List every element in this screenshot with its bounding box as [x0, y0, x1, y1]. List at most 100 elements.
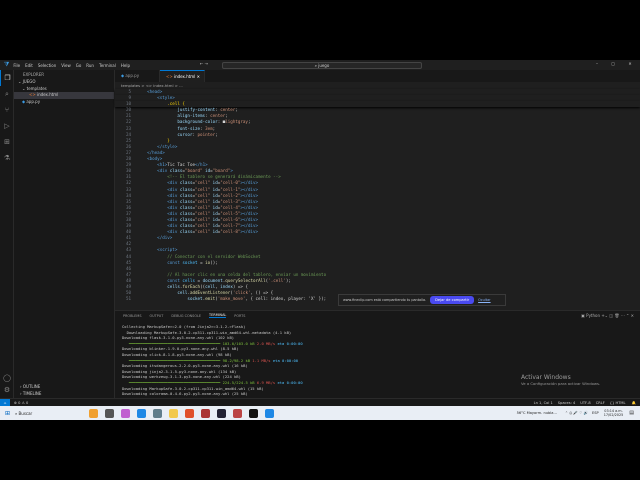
- terminal-app-icon[interactable]: [248, 408, 258, 418]
- share-message: www.fineclip.com está compartiendo tu pa…: [343, 298, 427, 302]
- menu-item-terminal[interactable]: Terminal: [99, 63, 116, 68]
- language-indicator[interactable]: ESP: [592, 411, 599, 415]
- code-token: }: [167, 137, 170, 143]
- tab-problems[interactable]: PROBLEMS: [123, 314, 142, 318]
- root-label: JUEGO: [22, 79, 36, 84]
- add-terminal-icon[interactable]: +⌄: [601, 313, 608, 318]
- start-icon[interactable]: ⊞: [5, 410, 10, 417]
- mail-icon[interactable]: [152, 408, 162, 418]
- status-item[interactable]: Ln 1, Col 1: [534, 401, 553, 405]
- code-token: =: [197, 259, 206, 265]
- source-control-icon[interactable]: ⑂: [0, 102, 14, 118]
- status-item[interactable]: {} HTML: [610, 401, 626, 405]
- window-controls[interactable]: – ▢ ✕: [596, 61, 638, 66]
- more-icon[interactable]: ⋯: [621, 313, 625, 318]
- code-token: font-size: [177, 125, 201, 131]
- code-token: "cell-5": [220, 210, 241, 216]
- app-icon[interactable]: [200, 408, 210, 418]
- close-icon[interactable]: ✕: [197, 74, 200, 79]
- stop-sharing-button[interactable]: Dejar de compartir: [430, 296, 475, 304]
- task-view-icon[interactable]: [104, 408, 114, 418]
- edge-icon[interactable]: [136, 408, 146, 418]
- shell-label[interactable]: Python: [586, 313, 600, 318]
- html-file-icon: <>: [29, 92, 36, 97]
- menu-item-selection[interactable]: Selection: [38, 63, 56, 68]
- menu-item-edit[interactable]: Edit: [25, 63, 33, 68]
- bell-icon[interactable]: 🔔: [632, 401, 636, 405]
- tab-app-py[interactable]: ◆ app.py: [115, 70, 160, 82]
- close-panel-icon[interactable]: ✕: [631, 313, 634, 318]
- hide-link[interactable]: Ocultar: [478, 298, 490, 302]
- code-token: <div: [167, 186, 180, 192]
- status-item[interactable]: CRLF: [596, 401, 605, 405]
- brave-icon[interactable]: [184, 408, 194, 418]
- code-editor[interactable]: 5 <head> 9 <style> 10 .cell {20 justify-co…: [115, 89, 640, 302]
- menu-item-help[interactable]: Help: [121, 63, 130, 68]
- file-explorer-icon[interactable]: [168, 408, 178, 418]
- code-token: "cell-4": [220, 204, 241, 210]
- code-token: "cell": [195, 198, 213, 204]
- code-token: Tic Tac Toe: [167, 162, 195, 168]
- code-token: =: [195, 277, 203, 283]
- status-item[interactable]: Spaces: 4: [558, 401, 575, 405]
- code-token: class: [179, 223, 193, 229]
- trash-icon[interactable]: 🗑: [614, 313, 619, 318]
- python-file-icon: ◆: [22, 98, 26, 104]
- search-icon[interactable]: ⌕: [0, 86, 14, 102]
- copilot-icon[interactable]: [120, 408, 130, 418]
- widgets-icon[interactable]: [88, 408, 98, 418]
- progress-bar: ━━━━━━━━━━━━━━━━━━━━━━━━━━━━━━━━━━━━━━━━…: [122, 340, 255, 346]
- problems-count[interactable]: ⊗ 0 ⚠ 0: [14, 401, 28, 405]
- code-token: cursor: [177, 131, 193, 137]
- status-item[interactable]: UTF-8: [580, 401, 590, 405]
- maximize-icon[interactable]: ⌃: [626, 313, 629, 318]
- timeline-section[interactable]: › TIMELINE: [14, 391, 41, 398]
- tab-ports[interactable]: PORTS: [234, 314, 245, 318]
- run-debug-icon[interactable]: ▷: [0, 118, 14, 134]
- tab-output[interactable]: OUTPUT: [150, 314, 164, 318]
- weather-widget[interactable]: 56°C Mayorm. nubla...: [517, 411, 557, 415]
- code-token: ();: [210, 259, 218, 265]
- vscode-taskbar-icon[interactable]: [264, 408, 274, 418]
- app-icon[interactable]: [216, 408, 226, 418]
- code-token: "cell": [195, 186, 213, 192]
- extensions-icon[interactable]: ⊞: [0, 134, 14, 150]
- clock[interactable]: 03:14 a.m. 17/02/2025: [604, 409, 624, 417]
- timeline-label: TIMELINE: [22, 390, 42, 396]
- tab-debug-console[interactable]: DEBUG CONSOLE: [171, 314, 201, 318]
- menu-item-run[interactable]: Run: [86, 63, 94, 68]
- tree-file-app-py[interactable]: ◆ app.py: [14, 99, 114, 106]
- tray-icons[interactable]: ⌃ ◎ 🎤 ⌔ 🔊: [565, 411, 588, 416]
- tab-index-html[interactable]: <> index.html ✕: [160, 70, 205, 82]
- date: 17/02/2025: [603, 413, 624, 417]
- notifications-icon[interactable]: ▤: [629, 410, 634, 416]
- tab-terminal[interactable]: TERMINAL: [209, 313, 227, 318]
- testing-icon[interactable]: ⚗: [0, 150, 14, 166]
- nav-arrows-icon[interactable]: ← →: [200, 61, 208, 66]
- code-token: ></div>: [240, 216, 259, 222]
- menu-item-file[interactable]: File: [13, 63, 20, 68]
- command-center-search[interactable]: ⌕ juego: [222, 61, 422, 69]
- split-icon[interactable]: ◫: [609, 313, 613, 318]
- menu-item-go[interactable]: Go: [76, 63, 82, 68]
- code-token: <div: [167, 192, 180, 198]
- app-icon[interactable]: [232, 408, 242, 418]
- settings-gear-icon[interactable]: ⚙: [0, 382, 14, 398]
- code-token: align-items: [177, 113, 206, 119]
- menu-item-view[interactable]: View: [61, 63, 71, 68]
- explorer-icon[interactable]: ❐: [0, 70, 14, 86]
- breadcrumb[interactable]: templates > <> index.html > ...: [115, 82, 640, 89]
- code-token: <div: [167, 180, 180, 186]
- taskbar-search[interactable]: ⌕ Buscar: [15, 411, 85, 416]
- code-token: "cell": [195, 229, 213, 235]
